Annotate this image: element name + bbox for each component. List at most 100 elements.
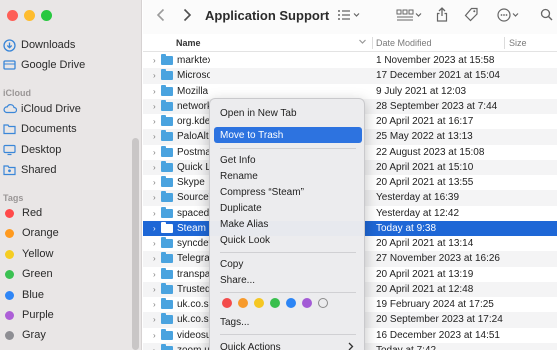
sidebar-item-label: Gray — [22, 329, 46, 341]
sidebar-scrollbar[interactable] — [132, 138, 139, 350]
gray-tag-dot-icon — [5, 330, 14, 340]
sidebar-item-shared[interactable]: Shared — [0, 161, 56, 179]
sidebar-item-documents[interactable]: Documents — [0, 120, 77, 138]
sidebar-item-label: Yellow — [22, 248, 54, 260]
disclosure-chevron-icon[interactable]: › — [153, 163, 156, 172]
sidebar-tag-green[interactable]: Green — [0, 265, 53, 283]
menu-separator — [220, 148, 356, 149]
back-button[interactable] — [153, 6, 169, 26]
red-tag-dot-icon — [5, 208, 14, 218]
column-header-date-modified[interactable]: Date Modified — [376, 38, 432, 48]
disclosure-chevron-icon[interactable]: › — [153, 285, 156, 294]
sidebar-item-icloud-drive[interactable]: iCloud Drive — [0, 100, 81, 118]
zoom-window-button[interactable] — [41, 10, 52, 21]
file-name: Mozilla — [177, 85, 209, 97]
column-header-name[interactable]: Name — [176, 38, 201, 48]
disclosure-chevron-icon[interactable]: › — [153, 254, 156, 263]
share-icon — [436, 7, 448, 25]
menu-item-make-alias[interactable]: Make Alias — [214, 216, 362, 232]
blue-tag-swatch[interactable] — [286, 298, 296, 308]
file-name: marktext — [177, 55, 210, 67]
disclosure-chevron-icon[interactable]: › — [153, 56, 156, 65]
purple-tag-swatch[interactable] — [302, 298, 312, 308]
menu-item-open-in-new-tab[interactable]: Open in New Tab — [214, 105, 362, 121]
column-header-size[interactable]: Size — [509, 38, 527, 48]
disclosure-chevron-icon[interactable]: › — [153, 300, 156, 309]
forward-button[interactable] — [179, 6, 195, 26]
disclosure-chevron-icon[interactable]: › — [153, 331, 156, 340]
file-name: Telegram — [177, 253, 210, 265]
disclosure-chevron-icon[interactable]: › — [153, 132, 156, 141]
disclosure-chevron-icon[interactable]: › — [153, 87, 156, 96]
sidebar-tag-gray[interactable]: Gray — [0, 326, 46, 344]
menu-item-share[interactable]: Share... — [214, 272, 362, 288]
file-name: uk.co.sc — [177, 314, 210, 326]
disclosure-chevron-icon[interactable]: › — [153, 315, 156, 324]
tag-button[interactable] — [463, 6, 479, 26]
sidebar-tag-orange[interactable]: Orange — [0, 224, 59, 242]
folder-icon — [161, 328, 173, 343]
folder-icon — [161, 84, 173, 99]
folder-icon — [161, 160, 173, 175]
more-actions-button[interactable] — [495, 6, 523, 26]
sidebar-tag-yellow[interactable]: Yellow — [0, 245, 53, 263]
disclosure-chevron-icon[interactable]: › — [153, 193, 156, 202]
disclosure-chevron-icon[interactable]: › — [153, 224, 156, 233]
green-tag-swatch[interactable] — [270, 298, 280, 308]
window-title: Application Support — [205, 8, 330, 23]
search-button[interactable] — [538, 6, 554, 26]
orange-tag-swatch[interactable] — [238, 298, 248, 308]
sidebar-tag-red[interactable]: Red — [0, 204, 42, 222]
sidebar-item-label: Desktop — [21, 144, 62, 156]
file-date-modified: Yesterday at 16:39 — [376, 192, 460, 204]
chevron-left-icon — [156, 8, 166, 25]
gray-tag-swatch[interactable] — [318, 298, 328, 308]
share-button[interactable] — [434, 6, 450, 26]
disclosure-chevron-icon[interactable]: › — [153, 239, 156, 248]
disclosure-chevron-icon[interactable]: › — [153, 346, 156, 350]
file-name: Quick Lo — [177, 161, 210, 173]
file-date-modified: 19 February 2024 at 17:25 — [376, 299, 494, 311]
menu-item-duplicate[interactable]: Duplicate — [214, 200, 362, 216]
disclosure-chevron-icon[interactable]: › — [153, 71, 156, 80]
grid-view-icon — [396, 8, 422, 24]
disclosure-chevron-icon[interactable]: › — [153, 270, 156, 279]
menu-item-move-to-trash[interactable]: Move to Trash — [214, 127, 362, 143]
sidebar-tag-blue[interactable]: Blue — [0, 286, 44, 304]
red-tag-swatch[interactable] — [222, 298, 232, 308]
chevron-right-icon — [348, 342, 354, 350]
menu-item-quick-look[interactable]: Quick Look — [214, 232, 362, 248]
disclosure-chevron-icon[interactable]: › — [153, 102, 156, 111]
menu-item-copy[interactable]: Copy — [214, 256, 362, 272]
file-date-modified: 27 November 2023 at 16:26 — [376, 253, 500, 265]
sidebar-tag-purple[interactable]: Purple — [0, 306, 54, 324]
menu-item-compress[interactable]: Compress “Steam” — [214, 184, 362, 200]
orange-tag-dot-icon — [5, 228, 14, 238]
disclosure-chevron-icon[interactable]: › — [153, 178, 156, 187]
window-controls — [7, 10, 52, 21]
menu-item-tags[interactable]: Tags... — [214, 314, 362, 330]
yellow-tag-swatch[interactable] — [254, 298, 264, 308]
minimize-window-button[interactable] — [24, 10, 35, 21]
menu-item-rename[interactable]: Rename — [214, 168, 362, 184]
file-row[interactable]: › marktext 1 November 2023 at 15:58 — [143, 53, 557, 68]
sidebar-item-downloads[interactable]: Downloads — [0, 36, 75, 54]
column-header-row: Name Date Modified Size — [143, 34, 557, 52]
disclosure-chevron-icon[interactable]: › — [153, 209, 156, 218]
file-date-modified: 20 April 2021 at 16:17 — [376, 116, 474, 128]
folder-icon — [161, 145, 173, 160]
disclosure-chevron-icon[interactable]: › — [153, 148, 156, 157]
disclosure-chevron-icon[interactable]: › — [153, 117, 156, 126]
toolbar: Application Support — [143, 0, 557, 34]
menu-item-get-info[interactable]: Get Info — [214, 152, 362, 168]
file-row[interactable]: › Microsoft 17 December 2021 at 15:04 — [143, 68, 557, 84]
menu-item-quick-actions[interactable]: Quick Actions — [214, 339, 362, 350]
view-options-button[interactable] — [335, 6, 363, 26]
file-row[interactable]: › Mozilla 9 July 2021 at 12:03 — [143, 84, 557, 99]
folder-icon — [161, 343, 173, 350]
sidebar-item-desktop[interactable]: Desktop — [0, 141, 61, 159]
file-date-modified: Today at 7:42 — [376, 345, 436, 350]
group-by-button[interactable] — [395, 6, 423, 26]
close-window-button[interactable] — [7, 10, 18, 21]
sidebar-item-google-drive[interactable]: Google Drive — [0, 56, 85, 74]
